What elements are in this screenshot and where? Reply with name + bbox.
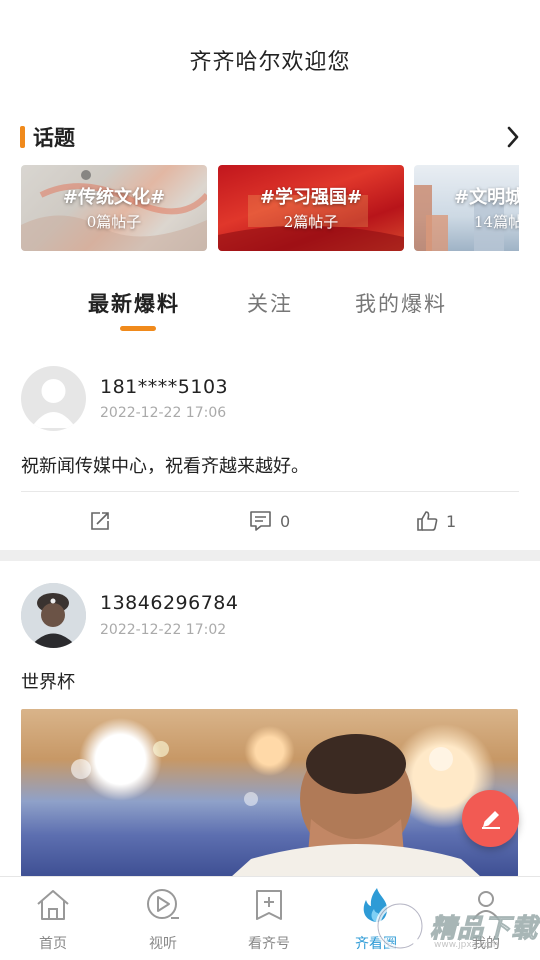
share-button[interactable]	[89, 510, 111, 532]
post-content[interactable]: 祝新闻传媒中心，祝看齐越来越好。	[21, 452, 309, 478]
post-content[interactable]: 世界杯	[21, 668, 75, 694]
add-box-icon	[249, 885, 289, 925]
nav-home[interactable]: 首页	[13, 885, 93, 953]
nav-audio-video[interactable]: 视听	[123, 885, 203, 953]
topic-name: #文明城	[454, 187, 519, 208]
like-button[interactable]: 1	[416, 510, 456, 532]
watermark-url: www.jpxz.com	[434, 940, 499, 950]
topic-post-count: 0篇帖子	[86, 213, 142, 231]
watermark: 精品下载 www.jpxz.com	[372, 898, 540, 956]
tab-latest[interactable]: 最新爆料	[88, 288, 180, 318]
home-icon	[33, 885, 73, 925]
divider	[21, 491, 519, 492]
avatar[interactable]	[21, 583, 86, 648]
topic-post-count: 14篇帖	[474, 213, 519, 231]
topics-title: 话题	[33, 126, 75, 150]
topic-card[interactable]: #文明城 14篇帖	[414, 165, 519, 251]
comment-count: 0	[280, 511, 291, 531]
tab-indicator	[120, 326, 156, 331]
chevron-right-icon[interactable]	[501, 122, 525, 152]
topic-post-count: 2篇帖子	[283, 213, 339, 231]
post-actions: 0 1	[0, 502, 540, 542]
thumbs-up-icon	[417, 511, 438, 531]
feed-tabs: 最新爆料 关注 我的爆料	[0, 288, 540, 336]
nav-label: 首页	[39, 936, 67, 952]
nav-kanqi-account[interactable]: 看齐号	[229, 885, 309, 953]
topic-name: #学习强国#	[259, 187, 363, 208]
comment-icon	[250, 511, 271, 531]
app-header: 齐齐哈尔欢迎您	[0, 0, 540, 120]
post-timestamp: 2022-12-22 17:02	[100, 622, 227, 638]
tab-my-posts[interactable]: 我的爆料	[355, 288, 447, 318]
post-timestamp: 2022-12-22 17:06	[100, 405, 227, 421]
like-count: 1	[446, 511, 457, 531]
play-icon	[143, 885, 183, 925]
share-icon	[91, 512, 109, 530]
watermark-logo-icon	[375, 901, 425, 951]
topic-name: #传统文化#	[62, 187, 166, 208]
section-gap	[0, 550, 540, 561]
post-photo	[71, 734, 481, 877]
tab-following[interactable]: 关注	[247, 288, 293, 318]
nav-label: 视听	[149, 936, 177, 952]
compose-button[interactable]	[462, 790, 519, 847]
post-username[interactable]: 181****5103	[100, 376, 228, 398]
comment-button[interactable]: 0	[249, 510, 290, 532]
page-title: 齐齐哈尔欢迎您	[189, 50, 351, 75]
pencil-icon	[481, 810, 500, 829]
topic-carousel[interactable]: #传统文化# 0篇帖子 #学习强国# 2篇帖子 #文明城 14篇帖	[21, 165, 519, 251]
user-photo-avatar	[21, 583, 86, 648]
topic-card[interactable]: #传统文化# 0篇帖子	[21, 165, 207, 251]
nav-label: 看齐号	[248, 936, 290, 952]
post-username[interactable]: 13846296784	[100, 592, 238, 614]
avatar[interactable]	[21, 366, 86, 431]
section-marker	[20, 126, 25, 148]
topics-header: 话题	[20, 122, 525, 152]
topic-card[interactable]: #学习强国# 2篇帖子	[218, 165, 404, 251]
post-image[interactable]	[21, 709, 518, 877]
default-avatar-icon	[31, 379, 76, 428]
